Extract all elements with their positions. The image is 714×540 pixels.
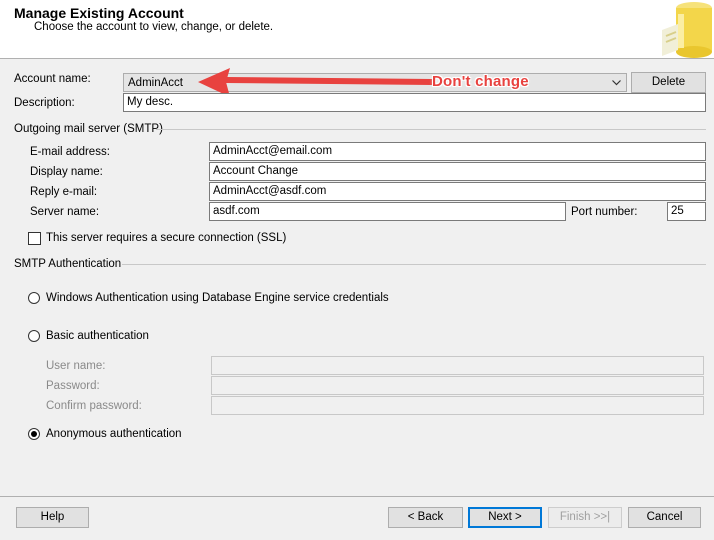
smtp-section-divider xyxy=(156,129,706,130)
confirm-password-field[interactable] xyxy=(211,396,704,415)
email-field[interactable]: AdminAcct@email.com xyxy=(209,142,706,161)
windows-auth-radio[interactable] xyxy=(28,292,40,304)
chevron-down-icon xyxy=(612,80,621,86)
finish-button[interactable]: Finish >>| xyxy=(548,507,622,528)
email-label: E-mail address: xyxy=(30,146,110,158)
port-number-label: Port number: xyxy=(571,206,638,218)
display-name-field[interactable]: Account Change xyxy=(209,162,706,181)
ssl-label: This server requires a secure connection… xyxy=(46,232,287,244)
password-field[interactable] xyxy=(211,376,704,395)
username-label: User name: xyxy=(46,360,106,372)
database-wizard-icon xyxy=(662,0,714,58)
server-name-field[interactable]: asdf.com xyxy=(209,202,566,221)
windows-auth-label: Windows Authentication using Database En… xyxy=(46,292,389,304)
anonymous-auth-radio[interactable] xyxy=(28,428,40,440)
description-field[interactable]: My desc. xyxy=(123,93,706,112)
basic-auth-label: Basic authentication xyxy=(46,330,149,342)
password-label: Password: xyxy=(46,380,100,392)
back-button[interactable]: < Back xyxy=(388,507,463,528)
anonymous-auth-label: Anonymous authentication xyxy=(46,428,182,440)
confirm-password-label: Confirm password: xyxy=(46,400,142,412)
description-label: Description: xyxy=(14,97,75,109)
ssl-checkbox[interactable] xyxy=(28,232,41,245)
cancel-button[interactable]: Cancel xyxy=(628,507,701,528)
next-button[interactable]: Next > xyxy=(468,507,542,528)
delete-button[interactable]: Delete xyxy=(631,72,706,93)
server-name-label: Server name: xyxy=(30,206,100,218)
footer-divider xyxy=(0,496,714,497)
page-subtitle: Choose the account to view, change, or d… xyxy=(34,21,274,33)
reply-email-label: Reply e-mail: xyxy=(30,186,98,198)
reply-email-field[interactable]: AdminAcct@asdf.com xyxy=(209,182,706,201)
account-name-label: Account name: xyxy=(14,73,91,85)
annotation-text: Don't change xyxy=(432,73,529,90)
account-name-value: AdminAcct xyxy=(128,77,183,89)
help-button[interactable]: Help xyxy=(16,507,89,528)
display-name-label: Display name: xyxy=(30,166,103,178)
auth-section-divider xyxy=(122,264,706,265)
auth-section-label: SMTP Authentication xyxy=(14,258,122,270)
basic-auth-radio[interactable] xyxy=(28,330,40,342)
smtp-section-label: Outgoing mail server (SMTP) xyxy=(14,123,163,135)
wizard-header: Manage Existing Account Choose the accou… xyxy=(0,0,714,59)
port-number-field[interactable]: 25 xyxy=(667,202,706,221)
page-title: Manage Existing Account xyxy=(14,5,184,21)
username-field[interactable] xyxy=(211,356,704,375)
